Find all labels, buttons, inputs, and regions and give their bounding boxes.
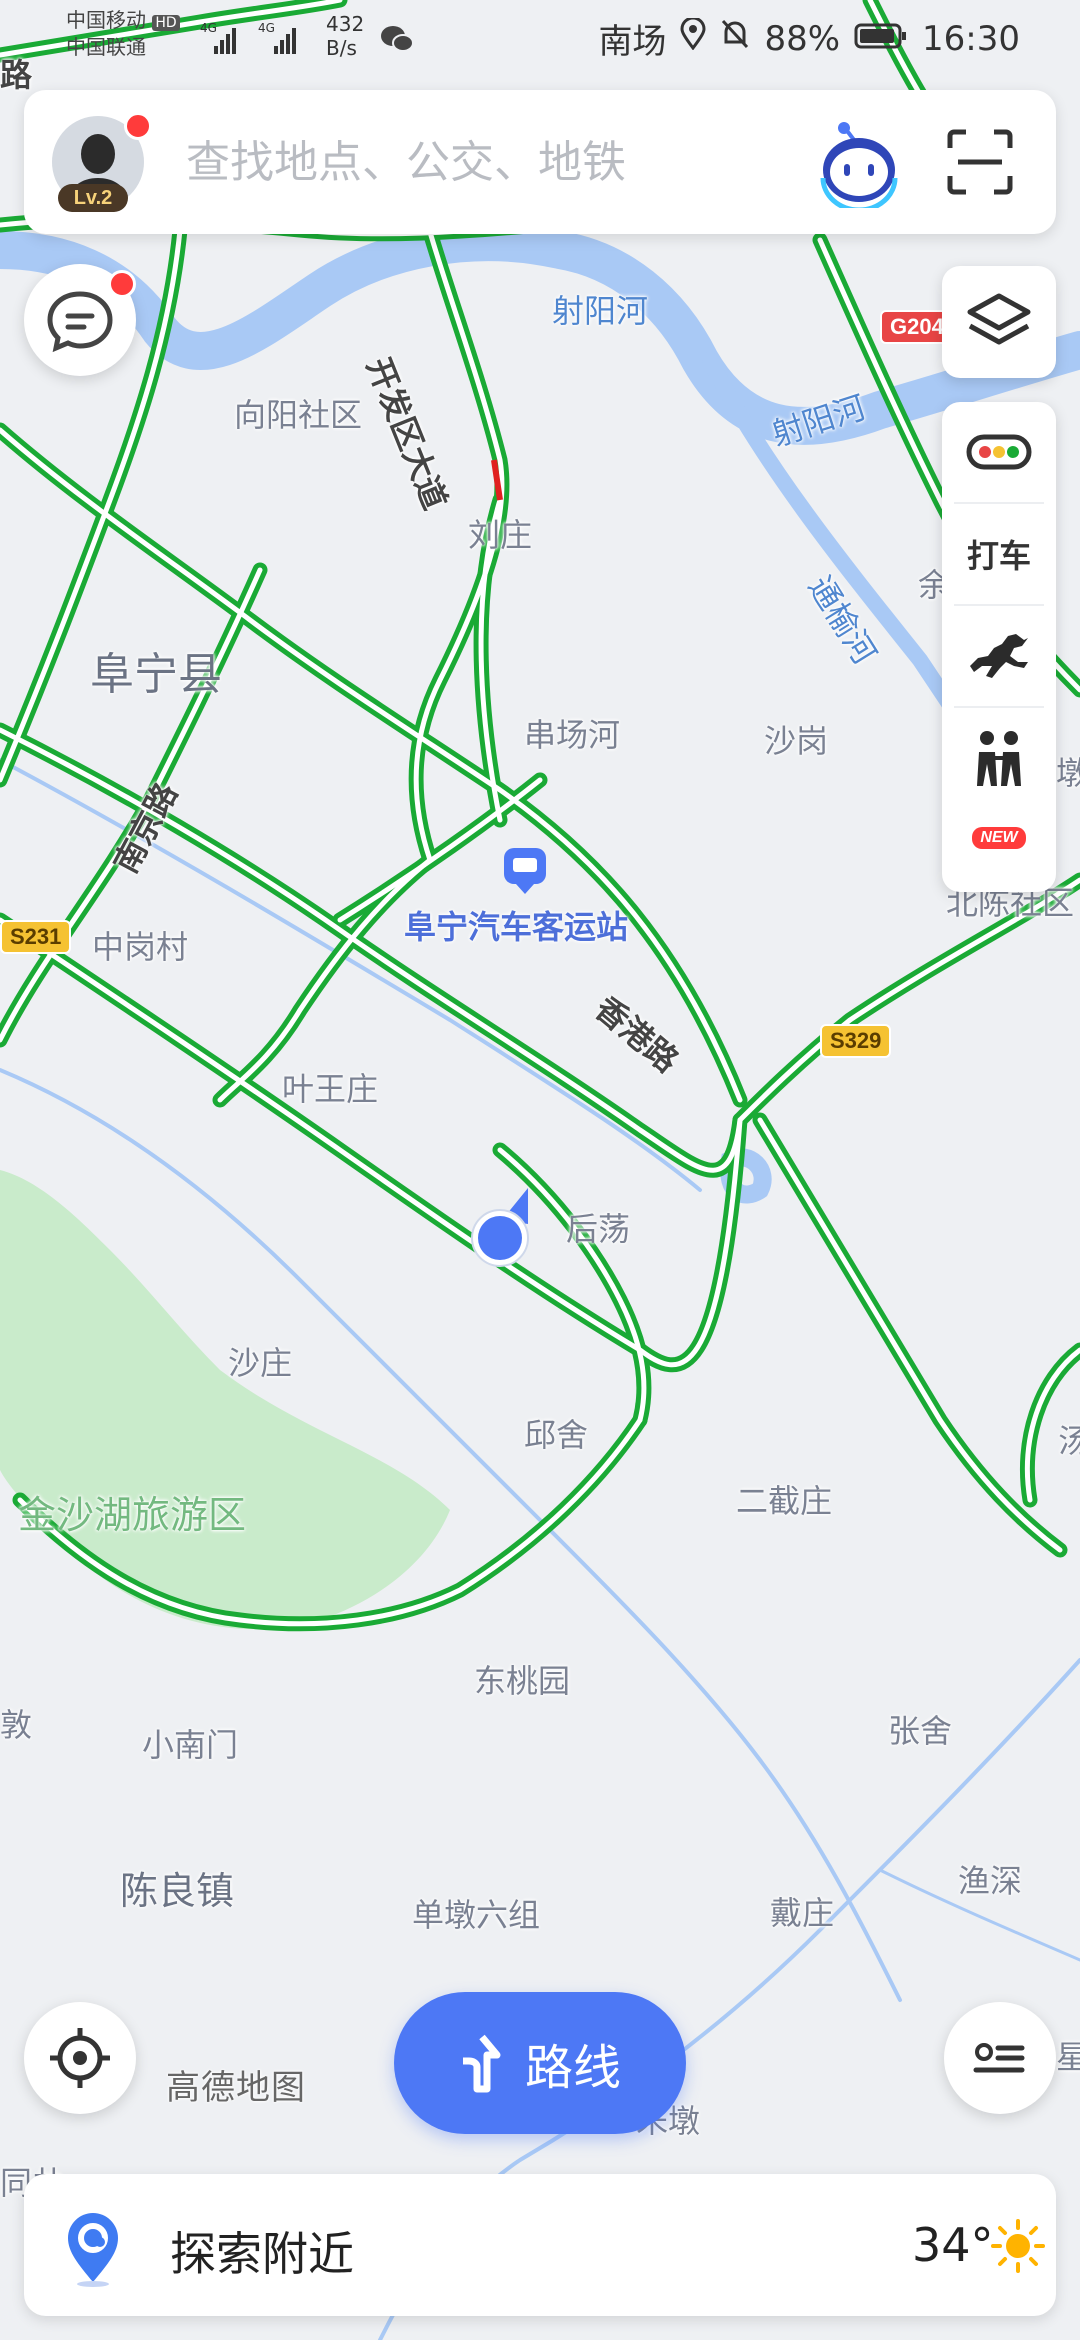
signal-icon: 4G 4G <box>200 18 318 63</box>
voice-assistant-icon[interactable] <box>814 118 904 213</box>
battery-icon <box>854 19 908 59</box>
explore-label: 探索附近 <box>170 2227 354 2281</box>
net-speed: 432 B/s <box>326 12 364 60</box>
map-label-place: 张舍 <box>888 1712 953 1750</box>
map-label-edge: 星 <box>1056 2038 1080 2076</box>
taxi-label: 打车 <box>966 537 1031 575</box>
road-shield-s329: S329 <box>820 1024 892 1058</box>
map-label-place: 二截庄 <box>736 1482 833 1520</box>
net-speed-value: 432 <box>326 12 365 36</box>
search-bar: Lv.2 <box>24 90 1056 234</box>
mute-bell-icon <box>720 18 750 59</box>
notification-dot <box>108 270 136 298</box>
hd-badge: HD <box>152 15 180 31</box>
search-input[interactable] <box>184 128 728 196</box>
level-badge: Lv.2 <box>58 184 128 212</box>
map-label-place: 串场河 <box>524 716 621 754</box>
status-location: 南场 <box>598 22 667 62</box>
map-label-edge: 墩 <box>1056 754 1080 792</box>
people-icon <box>977 731 1021 786</box>
sun-icon <box>990 2218 1046 2274</box>
map-label-community: 向阳社区 <box>234 396 363 434</box>
route-button[interactable]: 路线 <box>394 1992 686 2134</box>
map-label-place: 后荡 <box>566 1210 631 1248</box>
list-icon <box>973 2043 1025 2073</box>
map-label-place: 沙庄 <box>228 1344 293 1382</box>
scan-icon[interactable] <box>944 126 1016 198</box>
taxi-button[interactable]: 打车 <box>942 504 1056 604</box>
layers-icon <box>967 293 1031 345</box>
map-label-place: 叶王庄 <box>282 1070 379 1108</box>
route-label: 路线 <box>524 2040 621 2096</box>
map-label-place: 沙岗 <box>764 722 829 760</box>
road-shield-s231: S231 <box>0 920 72 954</box>
clock: 16:30 <box>922 18 1020 59</box>
status-right: 南场 88% 16:30 <box>598 14 1020 63</box>
horse-icon <box>970 634 1028 678</box>
side-toolbar: 打车 NEW <box>942 402 1056 892</box>
location-pin-icon <box>680 16 706 59</box>
map-label-river: 射阳河 <box>552 292 649 330</box>
new-badge: NEW <box>972 827 1026 849</box>
route-arrow-icon <box>462 2034 501 2093</box>
notification-dot <box>124 112 152 140</box>
travel-button[interactable] <box>942 606 1056 706</box>
map-label-place: 单墩六组 <box>412 1896 541 1934</box>
carrier-primary: 中国移动 <box>66 8 146 32</box>
map-label-place: 中岗村 <box>92 928 189 966</box>
map-label-place: 邱舍 <box>524 1416 589 1454</box>
layers-button[interactable] <box>942 266 1056 378</box>
map-label-park: 金沙湖旅游区 <box>18 1493 247 1537</box>
list-button[interactable] <box>944 2002 1056 2114</box>
svg-text:4G: 4G <box>258 21 275 35</box>
map-label-edge: 敦 <box>0 1706 33 1744</box>
battery-percent: 88% <box>764 18 841 59</box>
family-button[interactable] <box>942 708 1056 808</box>
crosshair-icon <box>50 2028 110 2088</box>
explore-pin-icon <box>58 2208 128 2288</box>
status-bar: 中国移动 HD 中国联通 4G 4G 432 B/s 南场 88% 16:30 <box>0 0 1080 80</box>
map-canvas[interactable] <box>0 0 1080 2340</box>
traffic-toggle[interactable] <box>942 402 1056 502</box>
map-label-place: 东桃园 <box>474 1662 571 1700</box>
explore-nearby-bar[interactable]: 探索附近 34° <box>24 2174 1056 2316</box>
map-label-place: 小南门 <box>142 1726 239 1764</box>
map-label-town: 陈良镇 <box>120 1869 235 1913</box>
message-button[interactable] <box>24 264 136 376</box>
locate-button[interactable] <box>24 2002 136 2114</box>
map-label-county: 阜宁县 <box>90 649 222 700</box>
map-label-place: 刘庄 <box>468 516 533 554</box>
new-feature-button[interactable]: NEW <box>942 802 1056 874</box>
carrier-info: 中国移动 HD 中国联通 <box>66 8 180 59</box>
map-poi-bus-station[interactable]: 阜宁汽车客运站 <box>404 902 628 948</box>
wechat-icon <box>380 24 414 58</box>
carrier-secondary: 中国联通 <box>66 35 146 59</box>
traffic-light-icon <box>966 434 1032 470</box>
svg-text:4G: 4G <box>200 21 217 35</box>
map-label-place: 戴庄 <box>770 1894 835 1932</box>
map-label-place: 渔深 <box>958 1862 1023 1900</box>
temperature: 34° <box>912 2218 994 2272</box>
map-label-edge: 汤 <box>1058 1422 1080 1460</box>
map-brand-logo: 高德地图 <box>166 2068 306 2108</box>
net-speed-unit: B/s <box>326 36 357 60</box>
